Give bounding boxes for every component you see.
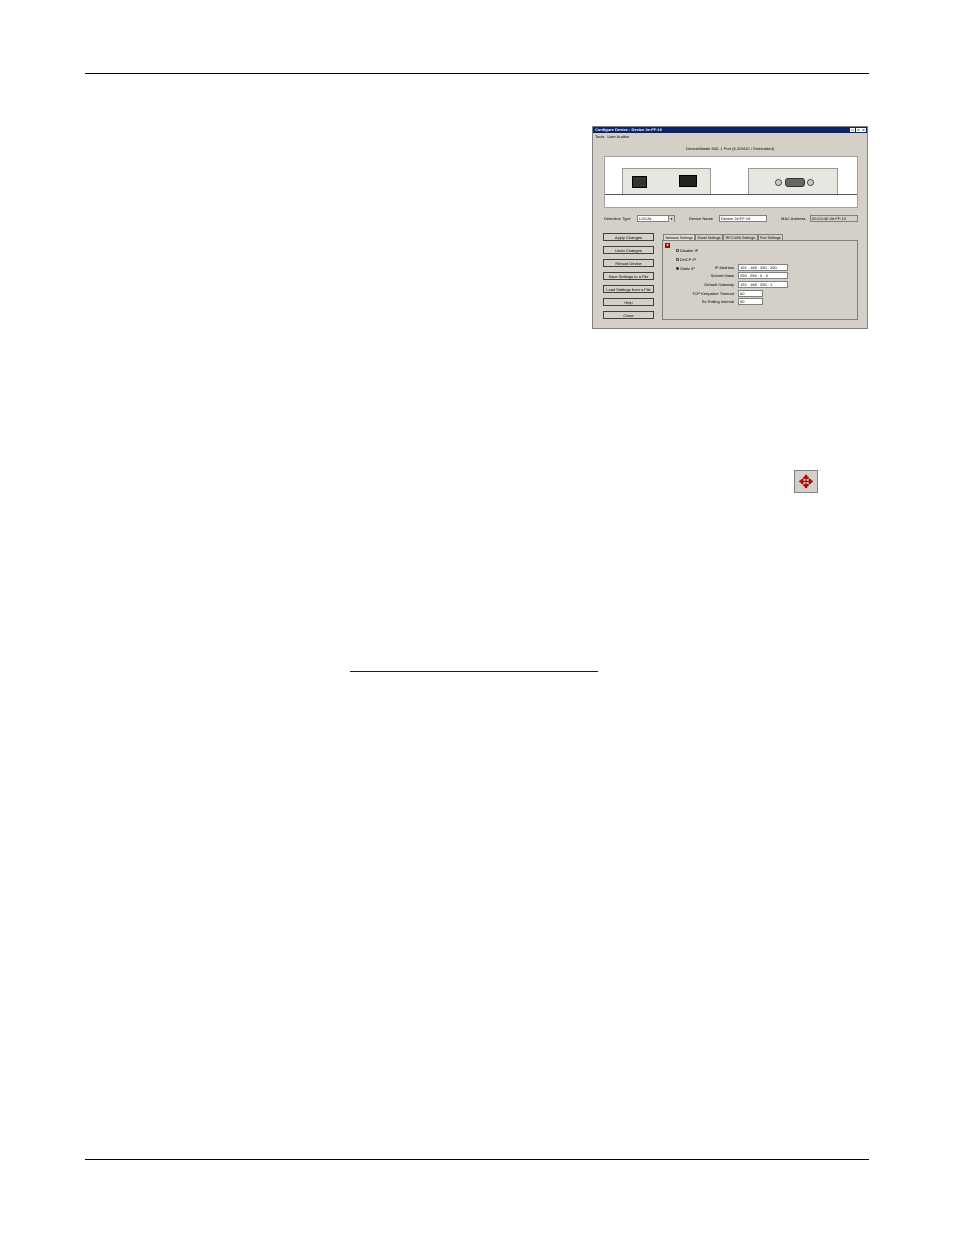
menu-tools[interactable]: Tools bbox=[595, 134, 604, 139]
load-settings-button[interactable]: Load Settings from a File bbox=[603, 285, 654, 293]
close-button[interactable]: Close bbox=[603, 311, 654, 319]
undo-changes-button[interactable]: Undo Changes bbox=[603, 246, 654, 254]
save-settings-button[interactable]: Save Settings to a File bbox=[603, 272, 654, 280]
menu-user-auditor[interactable]: User Auditor bbox=[607, 134, 629, 139]
default-gateway-label: Default Gateway bbox=[704, 282, 734, 287]
apply-changes-button[interactable]: Apply Changes bbox=[603, 233, 654, 241]
default-gateway-input[interactable]: 192 . 168 . 250 . 1 bbox=[738, 281, 788, 288]
footer-rule bbox=[85, 1159, 869, 1160]
device-name-label: Device Name bbox=[689, 216, 714, 221]
dialog-titlebar: Configure Device : Device 2e:FF:19 _ □ × bbox=[593, 127, 867, 133]
move-icon: ✥ bbox=[794, 470, 818, 493]
link-underline bbox=[350, 671, 598, 672]
device-baseline bbox=[605, 194, 857, 195]
network-settings-panel: ✚ Disable IP DHCP IP Static IP IP Addres… bbox=[662, 240, 858, 320]
network-icon: ✚ bbox=[665, 243, 670, 248]
screw-left-icon bbox=[775, 179, 782, 186]
rx-polling-input[interactable]: 50 bbox=[738, 298, 763, 305]
detection-type-select[interactable]: LOCAL ▼ bbox=[637, 215, 675, 222]
dialog-title: Configure Device : Device 2e:FF:19 bbox=[595, 127, 662, 132]
menu-bar: Tools User Auditor bbox=[595, 134, 629, 139]
close-window-button[interactable]: × bbox=[861, 128, 866, 132]
rx-polling-label: Rx Polling Interval bbox=[701, 299, 734, 304]
minimize-button[interactable]: _ bbox=[850, 128, 855, 132]
radio-dhcp-ip[interactable]: DHCP IP bbox=[676, 257, 696, 262]
radio-dot-icon bbox=[676, 249, 679, 252]
ethernet-port-icon bbox=[632, 176, 647, 188]
subnet-mask-label: Subnet Mask bbox=[710, 273, 734, 278]
ip-address-label: IP Address bbox=[714, 265, 734, 270]
reboot-device-button[interactable]: Reboot Device bbox=[603, 259, 654, 267]
ip-address-input[interactable]: 192 . 168 . 250 . 250 bbox=[738, 264, 788, 271]
detection-type-label: Detection Type bbox=[604, 216, 631, 221]
tcp-keepalive-input[interactable]: 60 bbox=[738, 290, 763, 297]
screw-right-icon bbox=[807, 179, 814, 186]
subnet-mask-input[interactable]: 255 . 255 . 0 . 0 bbox=[738, 272, 788, 279]
help-button[interactable]: Help bbox=[603, 298, 654, 306]
chevron-down-icon[interactable]: ▼ bbox=[668, 216, 674, 222]
device-image-panel bbox=[604, 156, 858, 208]
mac-address-field: 00:C0:4E:2e:FF:19 bbox=[810, 215, 858, 222]
db9-connector-icon bbox=[785, 178, 805, 187]
device-name-input[interactable]: Device 2e:FF:19 bbox=[719, 215, 767, 222]
radio-dot-icon bbox=[676, 258, 679, 261]
power-port-icon bbox=[679, 175, 697, 187]
radio-disable-ip-label: Disable IP bbox=[680, 248, 699, 253]
header-rule bbox=[85, 73, 869, 74]
document-link[interactable] bbox=[350, 660, 598, 672]
ethernet-port-side bbox=[622, 168, 711, 195]
maximize-button[interactable]: □ bbox=[855, 128, 861, 132]
device-model-label: DeviceMaster 500, 1 Port (5-30VDC / Embe… bbox=[685, 146, 775, 151]
configure-device-dialog: Configure Device : Device 2e:FF:19 _ □ ×… bbox=[592, 126, 868, 329]
mac-address-label: MAC Address bbox=[781, 216, 806, 221]
radio-dhcp-ip-label: DHCP IP bbox=[680, 257, 697, 262]
serial-port-side bbox=[748, 168, 838, 195]
tcp-keepalive-label: TCP Keepalive Timeout bbox=[692, 291, 734, 296]
window-controls: _ □ × bbox=[850, 128, 866, 132]
detection-type-value: LOCAL bbox=[639, 216, 653, 221]
radio-disable-ip[interactable]: Disable IP bbox=[676, 248, 698, 253]
